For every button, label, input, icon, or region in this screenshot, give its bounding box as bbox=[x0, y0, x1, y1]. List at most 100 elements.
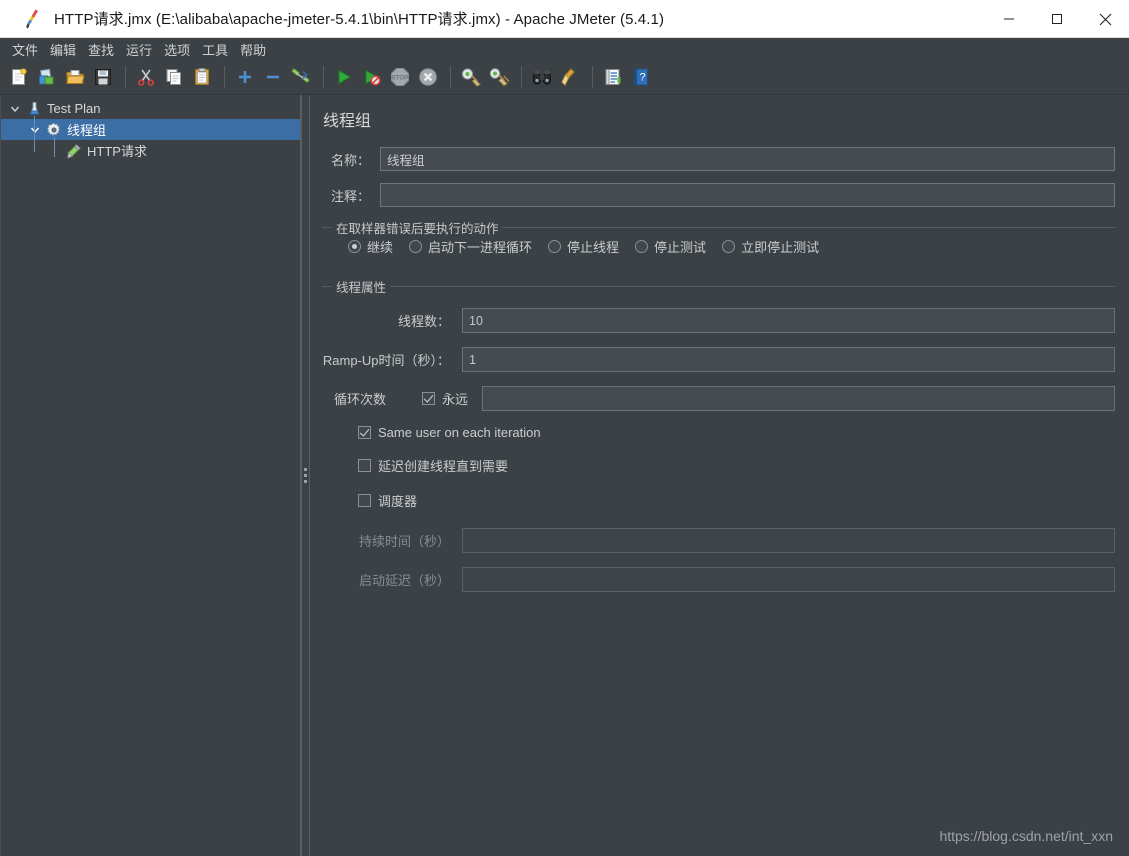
thread-properties-group: 线程属性 线程数： Ramp-Up时间（秒）： 循环次数 bbox=[322, 277, 1115, 592]
same-user-label: Same user on each iteration bbox=[378, 425, 541, 440]
same-user-checkbox[interactable]: Same user on each iteration bbox=[358, 425, 541, 440]
stop-sign-icon: STOP bbox=[389, 66, 411, 88]
ramp-up-label: Ramp-Up时间（秒）： bbox=[322, 353, 450, 368]
svg-text:?: ? bbox=[639, 72, 645, 84]
start-button[interactable] bbox=[331, 63, 357, 91]
shutdown-x-icon bbox=[417, 66, 439, 88]
shutdown-button[interactable] bbox=[415, 63, 441, 91]
startup-delay-row: 启动延迟（秒） bbox=[322, 567, 1115, 592]
radio-indicator bbox=[548, 240, 562, 253]
search-button[interactable] bbox=[529, 63, 555, 91]
svg-text:STOP: STOP bbox=[392, 74, 409, 81]
radio-start-next-loop[interactable]: 启动下一进程循环 bbox=[409, 237, 532, 256]
menu-run[interactable]: 运行 bbox=[120, 39, 158, 60]
chevron-down-icon bbox=[30, 127, 40, 133]
startup-delay-input[interactable] bbox=[462, 567, 1115, 592]
tree-node-thread-group[interactable]: 线程组 bbox=[1, 119, 300, 140]
radio-indicator bbox=[409, 240, 423, 253]
save-button[interactable] bbox=[90, 63, 116, 91]
chevron-down-icon bbox=[10, 106, 20, 112]
reset-search-button[interactable] bbox=[557, 63, 583, 91]
same-user-row: Same user on each iteration bbox=[322, 425, 1115, 440]
radio-label-stop-thread: 停止线程 bbox=[567, 240, 620, 255]
radio-stop-thread[interactable]: 停止线程 bbox=[548, 237, 619, 256]
open-button[interactable] bbox=[62, 63, 88, 91]
toolbar-separator bbox=[450, 66, 451, 88]
num-threads-input[interactable] bbox=[462, 308, 1115, 333]
duration-row: 持续时间（秒） bbox=[322, 528, 1115, 553]
checkbox-indicator bbox=[358, 494, 371, 507]
ramp-up-input[interactable] bbox=[462, 347, 1115, 372]
expand-all-button[interactable] bbox=[232, 63, 258, 91]
radio-continue[interactable]: 继续 bbox=[348, 237, 393, 256]
radio-label-start-next-loop: 启动下一进程循环 bbox=[428, 240, 533, 255]
function-helper-icon bbox=[603, 67, 623, 87]
menu-help[interactable]: 帮助 bbox=[234, 39, 272, 60]
delayed-start-label: 延迟创建线程直到需要 bbox=[378, 459, 509, 474]
minimize-button[interactable] bbox=[985, 0, 1033, 38]
templates-icon bbox=[37, 67, 57, 87]
help-book-icon: ? bbox=[631, 67, 651, 87]
name-input[interactable] bbox=[380, 147, 1115, 171]
duration-input[interactable] bbox=[462, 528, 1115, 553]
maximize-button[interactable] bbox=[1033, 0, 1081, 38]
comment-input[interactable] bbox=[380, 183, 1115, 207]
close-button[interactable] bbox=[1081, 0, 1129, 38]
menu-options[interactable]: 选项 bbox=[158, 39, 196, 60]
save-floppy-icon bbox=[93, 67, 113, 87]
watermark-text: https://blog.csdn.net/int_xxn bbox=[939, 828, 1113, 844]
tree-guide-line bbox=[34, 116, 35, 152]
menu-search[interactable]: 查找 bbox=[82, 39, 120, 60]
help-button[interactable]: ? bbox=[628, 63, 654, 91]
copy-pages-icon bbox=[164, 67, 184, 87]
loop-count-label: 循环次数 bbox=[334, 392, 387, 407]
paste-button[interactable] bbox=[189, 63, 215, 91]
splitter-grip[interactable] bbox=[304, 468, 307, 483]
function-helper-button[interactable] bbox=[600, 63, 626, 91]
new-document-icon bbox=[9, 67, 29, 87]
radio-stop-test[interactable]: 停止测试 bbox=[635, 237, 706, 256]
cut-button[interactable] bbox=[133, 63, 159, 91]
radio-label-stop-test-now: 立即停止测试 bbox=[741, 240, 820, 255]
minus-collapse-icon bbox=[263, 67, 283, 87]
tree-label-test-plan: Test Plan bbox=[47, 101, 101, 116]
loop-count-row: 循环次数 永远 bbox=[322, 386, 1115, 411]
clear-all-button[interactable] bbox=[486, 63, 512, 91]
jmeter-feather-icon bbox=[22, 8, 44, 30]
test-plan-tree[interactable]: Test Plan 线程组 HTTP请求 bbox=[0, 95, 301, 856]
menu-file[interactable]: 文件 bbox=[6, 39, 44, 60]
stop-button[interactable]: STOP bbox=[387, 63, 413, 91]
comment-row: 注释： bbox=[322, 183, 1115, 207]
radio-stop-test-now[interactable]: 立即停止测试 bbox=[722, 237, 819, 256]
copy-button[interactable] bbox=[161, 63, 187, 91]
play-no-pause-icon bbox=[362, 67, 382, 87]
loop-forever-checkbox[interactable]: 永远 bbox=[422, 389, 468, 408]
thread-group-gear-icon bbox=[45, 122, 63, 138]
toolbar-separator bbox=[521, 66, 522, 88]
broom-reset-icon bbox=[560, 67, 580, 87]
tree-expander-test-plan[interactable] bbox=[5, 104, 25, 114]
menu-tools[interactable]: 工具 bbox=[196, 39, 234, 60]
new-test-plan-button[interactable] bbox=[6, 63, 32, 91]
start-no-pauses-button[interactable] bbox=[359, 63, 385, 91]
clear-button[interactable] bbox=[458, 63, 484, 91]
loop-count-input[interactable] bbox=[482, 386, 1115, 411]
tree-node-http-request[interactable]: HTTP请求 bbox=[1, 140, 300, 161]
clear-broom-icon bbox=[460, 67, 482, 87]
toolbar-separator bbox=[224, 66, 225, 88]
checkbox-indicator bbox=[358, 426, 371, 439]
tree-expander-thread-group[interactable] bbox=[25, 125, 45, 135]
toggle-button[interactable] bbox=[288, 63, 314, 91]
menu-edit[interactable]: 编辑 bbox=[44, 39, 82, 60]
scheduler-checkbox[interactable]: 调度器 bbox=[358, 491, 417, 510]
collapse-all-button[interactable] bbox=[260, 63, 286, 91]
body-split: Test Plan 线程组 HTTP请求 线程组 名称： 线程组 注释： 在取样… bbox=[0, 95, 1129, 856]
menu-bar: 文件 编辑 查找 运行 选项 工具 帮助 bbox=[0, 38, 1129, 60]
window-title: HTTP请求.jmx (E:\alibaba\apache-jmeter-5.4… bbox=[54, 11, 665, 28]
templates-button[interactable] bbox=[34, 63, 60, 91]
delayed-start-row: 延迟创建线程直到需要 bbox=[322, 456, 1115, 475]
delayed-start-checkbox[interactable]: 延迟创建线程直到需要 bbox=[358, 456, 508, 475]
panel-splitter[interactable] bbox=[301, 95, 310, 856]
name-label: 名称： bbox=[330, 152, 370, 168]
tree-node-test-plan[interactable]: Test Plan bbox=[1, 98, 300, 119]
